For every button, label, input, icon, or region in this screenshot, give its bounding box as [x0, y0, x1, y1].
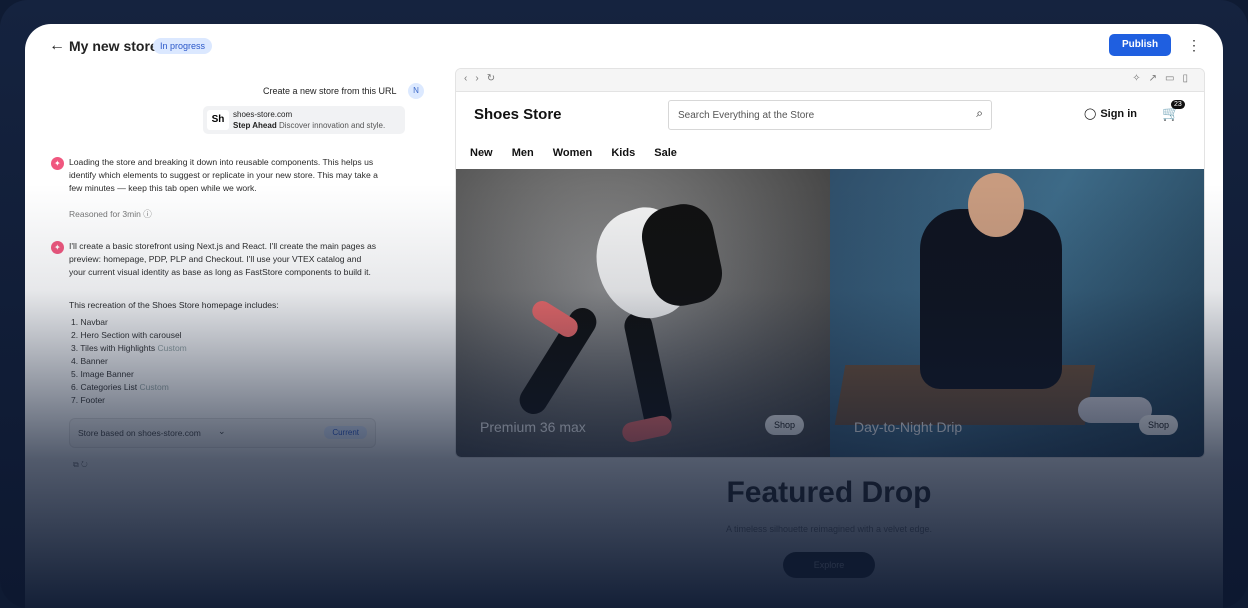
list-item-label: 2. Hero Section with carousel — [71, 330, 182, 340]
list-item: 7. Footer — [71, 394, 187, 407]
external-link-icon[interactable]: ↗ — [1149, 73, 1165, 84]
nav-item-kids[interactable]: Kids — [611, 147, 635, 159]
search-placeholder: Search Everything at the Store — [678, 110, 815, 121]
device-frame: ← My new store In progress Publish ⋮ Cre… — [0, 0, 1248, 608]
cart-icon[interactable]: 🛒 23 — [1162, 100, 1185, 122]
category-nav: New Men Women Kids Sale — [470, 147, 693, 159]
shop-button[interactable]: Shop — [1138, 415, 1178, 435]
assistant-message: Loading the store and breaking it down i… — [69, 157, 378, 193]
list-item-label: 7. Footer — [71, 395, 106, 405]
store-tagline-text: Discover innovation and style. — [278, 121, 386, 130]
featured-subtitle: A timeless silhouette reimagined with a … — [725, 524, 933, 534]
user-icon: ◯ — [1084, 108, 1097, 120]
browser-toolbar: ‹›↻ ✧↗▭▯ — [456, 69, 1204, 92]
reasoned-label: Reasoned for 3min ⓘ — [69, 208, 152, 220]
info-icon: ⓘ — [143, 209, 152, 219]
list-item: 3. Tiles with Highlights Custom — [71, 342, 187, 355]
user-message: Create a new store from this URL — [263, 86, 397, 96]
arrow-left-icon[interactable]: ← — [49, 37, 65, 55]
nav-item-women[interactable]: Women — [553, 147, 593, 159]
featured-section: Featured Drop A timeless silhouette reim… — [455, 476, 1203, 578]
store-selector[interactable]: Store based on shoes-store.com ⌄ Current — [69, 418, 376, 448]
assistant-icon: ✦ — [51, 157, 64, 170]
list-intro: This recreation of the Shoes Store homep… — [69, 300, 279, 310]
hero-image-head — [968, 173, 1024, 237]
list-item-tag: Custom — [157, 343, 187, 353]
hero-image-runner-leg — [621, 309, 675, 433]
status-badge: In progress — [153, 38, 213, 54]
store-brand[interactable]: Shoes Store — [474, 106, 562, 123]
mobile-icon[interactable]: ▯ — [1182, 73, 1196, 84]
app-screen: ← My new store In progress Publish ⋮ Cre… — [25, 24, 1223, 608]
list-item-label: 3. Tiles with Highlights — [71, 343, 156, 353]
hero-image-shoe — [620, 414, 674, 444]
assistant-icon: ✦ — [51, 241, 64, 254]
component-list: 1. Navbar 2. Hero Section with carousel … — [71, 316, 187, 407]
list-item-tag: Custom — [139, 382, 169, 392]
chevron-right-icon[interactable]: › — [475, 73, 486, 84]
magic-icon[interactable]: ✧ — [1132, 73, 1148, 84]
current-badge: Current — [324, 426, 367, 439]
page-title: My new store — [69, 38, 158, 54]
refresh-icon[interactable]: ↻ — [81, 460, 88, 469]
hero-tile[interactable]: Premium 36 max Shop — [456, 169, 830, 457]
hero-image-shoe — [528, 297, 582, 341]
assistant-message: I'll create a basic storefront using Nex… — [69, 241, 377, 277]
browser-tools: ✧↗▭▯ — [1132, 73, 1196, 84]
store-tagline: Step Ahead Discover innovation and style… — [233, 121, 385, 130]
featured-title: Featured Drop — [726, 476, 932, 509]
publish-button[interactable]: Publish — [1109, 34, 1171, 56]
copy-icon[interactable]: ⧉ — [73, 460, 79, 469]
top-bar: ← My new store In progress Publish ⋮ — [25, 24, 1223, 68]
list-item-label: 1. Navbar — [71, 317, 108, 327]
explore-button[interactable]: Explore — [783, 552, 875, 578]
avatar: N — [408, 83, 424, 99]
more-vertical-icon[interactable]: ⋮ — [1187, 37, 1201, 54]
list-item: 4. Banner — [71, 355, 187, 368]
store-domain: shoes-store.com — [233, 110, 293, 119]
url-card[interactable]: Sh shoes-store.com Step Ahead Discover i… — [203, 106, 405, 134]
reasoned-text: Reasoned for 3min — [69, 209, 141, 219]
chevron-down-icon: ⌄ — [218, 426, 226, 436]
store-selector-label: Store based on shoes-store.com — [78, 428, 201, 438]
message-actions: ⧉ ↻ — [73, 460, 88, 470]
list-item-label: 6. Categories List — [71, 382, 138, 392]
chat-panel: Create a new store from this URL N Sh sh… — [25, 68, 440, 608]
store-tagline-strong: Step Ahead — [233, 121, 277, 130]
list-item: 6. Categories List Custom — [71, 381, 187, 394]
list-item: 1. Navbar — [71, 316, 187, 329]
sign-in-label: Sign in — [1100, 108, 1137, 120]
hero-tile[interactable]: Day-to-Night Drip Shop — [830, 169, 1204, 457]
hero-label: Premium 36 max — [480, 419, 586, 435]
search-icon[interactable]: ⌕ — [976, 106, 983, 121]
list-item-label: 5. Image Banner — [71, 369, 134, 379]
desktop-icon[interactable]: ▭ — [1165, 73, 1182, 84]
cart-count: 23 — [1171, 100, 1185, 109]
nav-item-men[interactable]: Men — [512, 147, 534, 159]
nav-item-new[interactable]: New — [470, 147, 493, 159]
store-preview: ‹›↻ ✧↗▭▯ Shoes Store Search Everything a… — [455, 68, 1205, 458]
search-input[interactable]: Search Everything at the Store ⌕ — [668, 100, 992, 130]
hero-label: Day-to-Night Drip — [854, 419, 963, 435]
sign-in-link[interactable]: ◯ Sign in — [1084, 107, 1137, 120]
reload-icon[interactable]: ↻ — [487, 73, 503, 84]
list-item: 2. Hero Section with carousel — [71, 329, 187, 342]
list-item-label: 4. Banner — [71, 356, 108, 366]
shop-button[interactable]: Shop — [764, 415, 804, 435]
nav-item-sale[interactable]: Sale — [654, 147, 677, 159]
browser-nav: ‹›↻ — [464, 73, 503, 84]
list-item: 5. Image Banner — [71, 368, 187, 381]
store-badge: Sh — [207, 110, 229, 130]
chevron-left-icon[interactable]: ‹ — [464, 73, 475, 84]
